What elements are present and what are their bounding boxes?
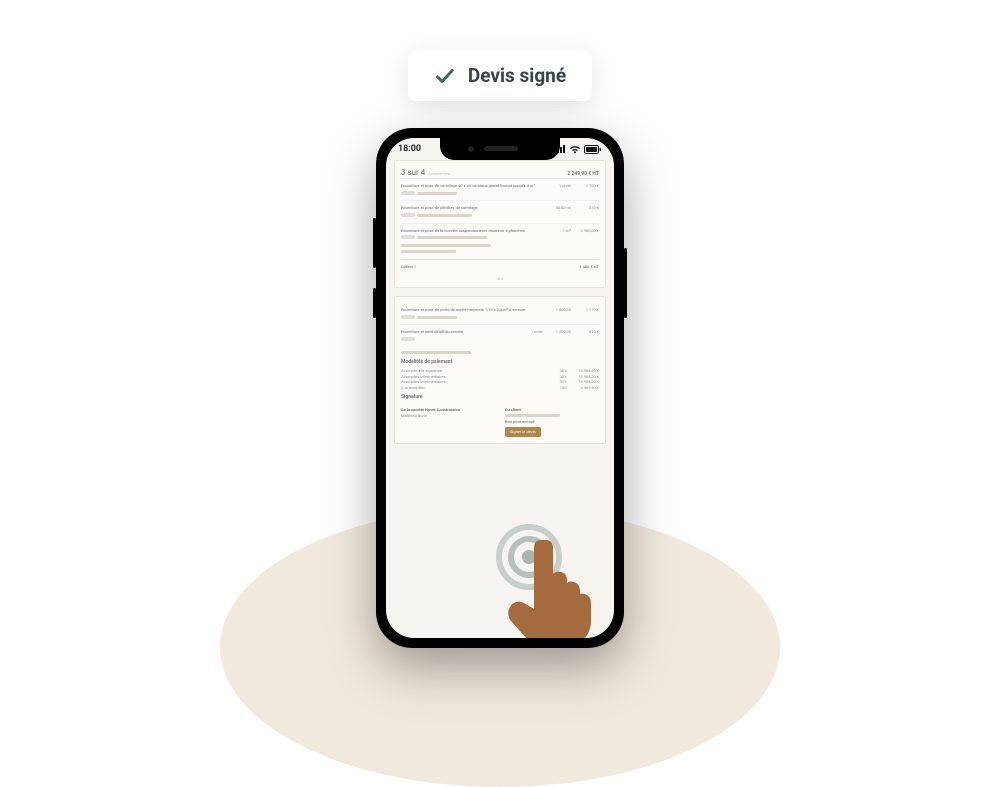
- pointer-hand-icon: [504, 532, 600, 638]
- touch-indicator: [504, 532, 600, 638]
- progress-counter: 3 sur 4: [401, 168, 425, 177]
- line-item: Fourniture et petit détail du permis 1 u…: [401, 324, 599, 346]
- phone-notch: [440, 138, 560, 160]
- status-badge-label: Devis signé: [468, 64, 566, 87]
- signature-heading: Signature: [401, 394, 599, 401]
- check-icon: [434, 65, 456, 87]
- phone-mock: 18:00 3 sur 4 Avancement 2 249,90 € HT: [376, 128, 624, 648]
- doc-page-3: 3 sur 4 Avancement 2 249,90 € HT Fournit…: [394, 160, 606, 288]
- status-badge: Devis signé: [408, 50, 592, 101]
- document-viewport[interactable]: 3 sur 4 Avancement 2 249,90 € HT Fournit…: [386, 156, 614, 460]
- page-total: 2 249,90 € HT: [567, 171, 599, 178]
- phone-screen[interactable]: 18:00 3 sur 4 Avancement 2 249,90 € HT: [386, 138, 614, 638]
- status-time: 18:00: [398, 144, 421, 154]
- option-row: Option 1 1 400 € HT: [401, 259, 599, 274]
- sign-button[interactable]: Signer le devis: [505, 427, 541, 437]
- line-item: Fourniture et pose de la cuvette suspend…: [401, 223, 599, 259]
- doc-page-4: Fourniture et pose de porte de sortie mo…: [394, 296, 606, 444]
- line-item: Fourniture et pose de carrelage 40 x 40 …: [401, 178, 599, 200]
- signature-client: Du client Bon pour accord Signer le devi…: [505, 407, 599, 436]
- pager: 3/4: [401, 274, 599, 282]
- line-item: Fourniture et pose de plinthes de carrel…: [401, 200, 599, 222]
- payment-table: Acompte à la signature30%14 908,20 € Aco…: [401, 368, 599, 390]
- battery-icon: [584, 145, 602, 154]
- progress-sub: Avancement: [428, 171, 450, 176]
- signature-company: De la société Nover Construction Matthie…: [401, 407, 495, 436]
- wifi-icon: [569, 145, 581, 154]
- payment-heading: Modalités de paiement: [401, 359, 599, 366]
- line-item: Fourniture et pose de porte de sortie mo…: [401, 303, 599, 324]
